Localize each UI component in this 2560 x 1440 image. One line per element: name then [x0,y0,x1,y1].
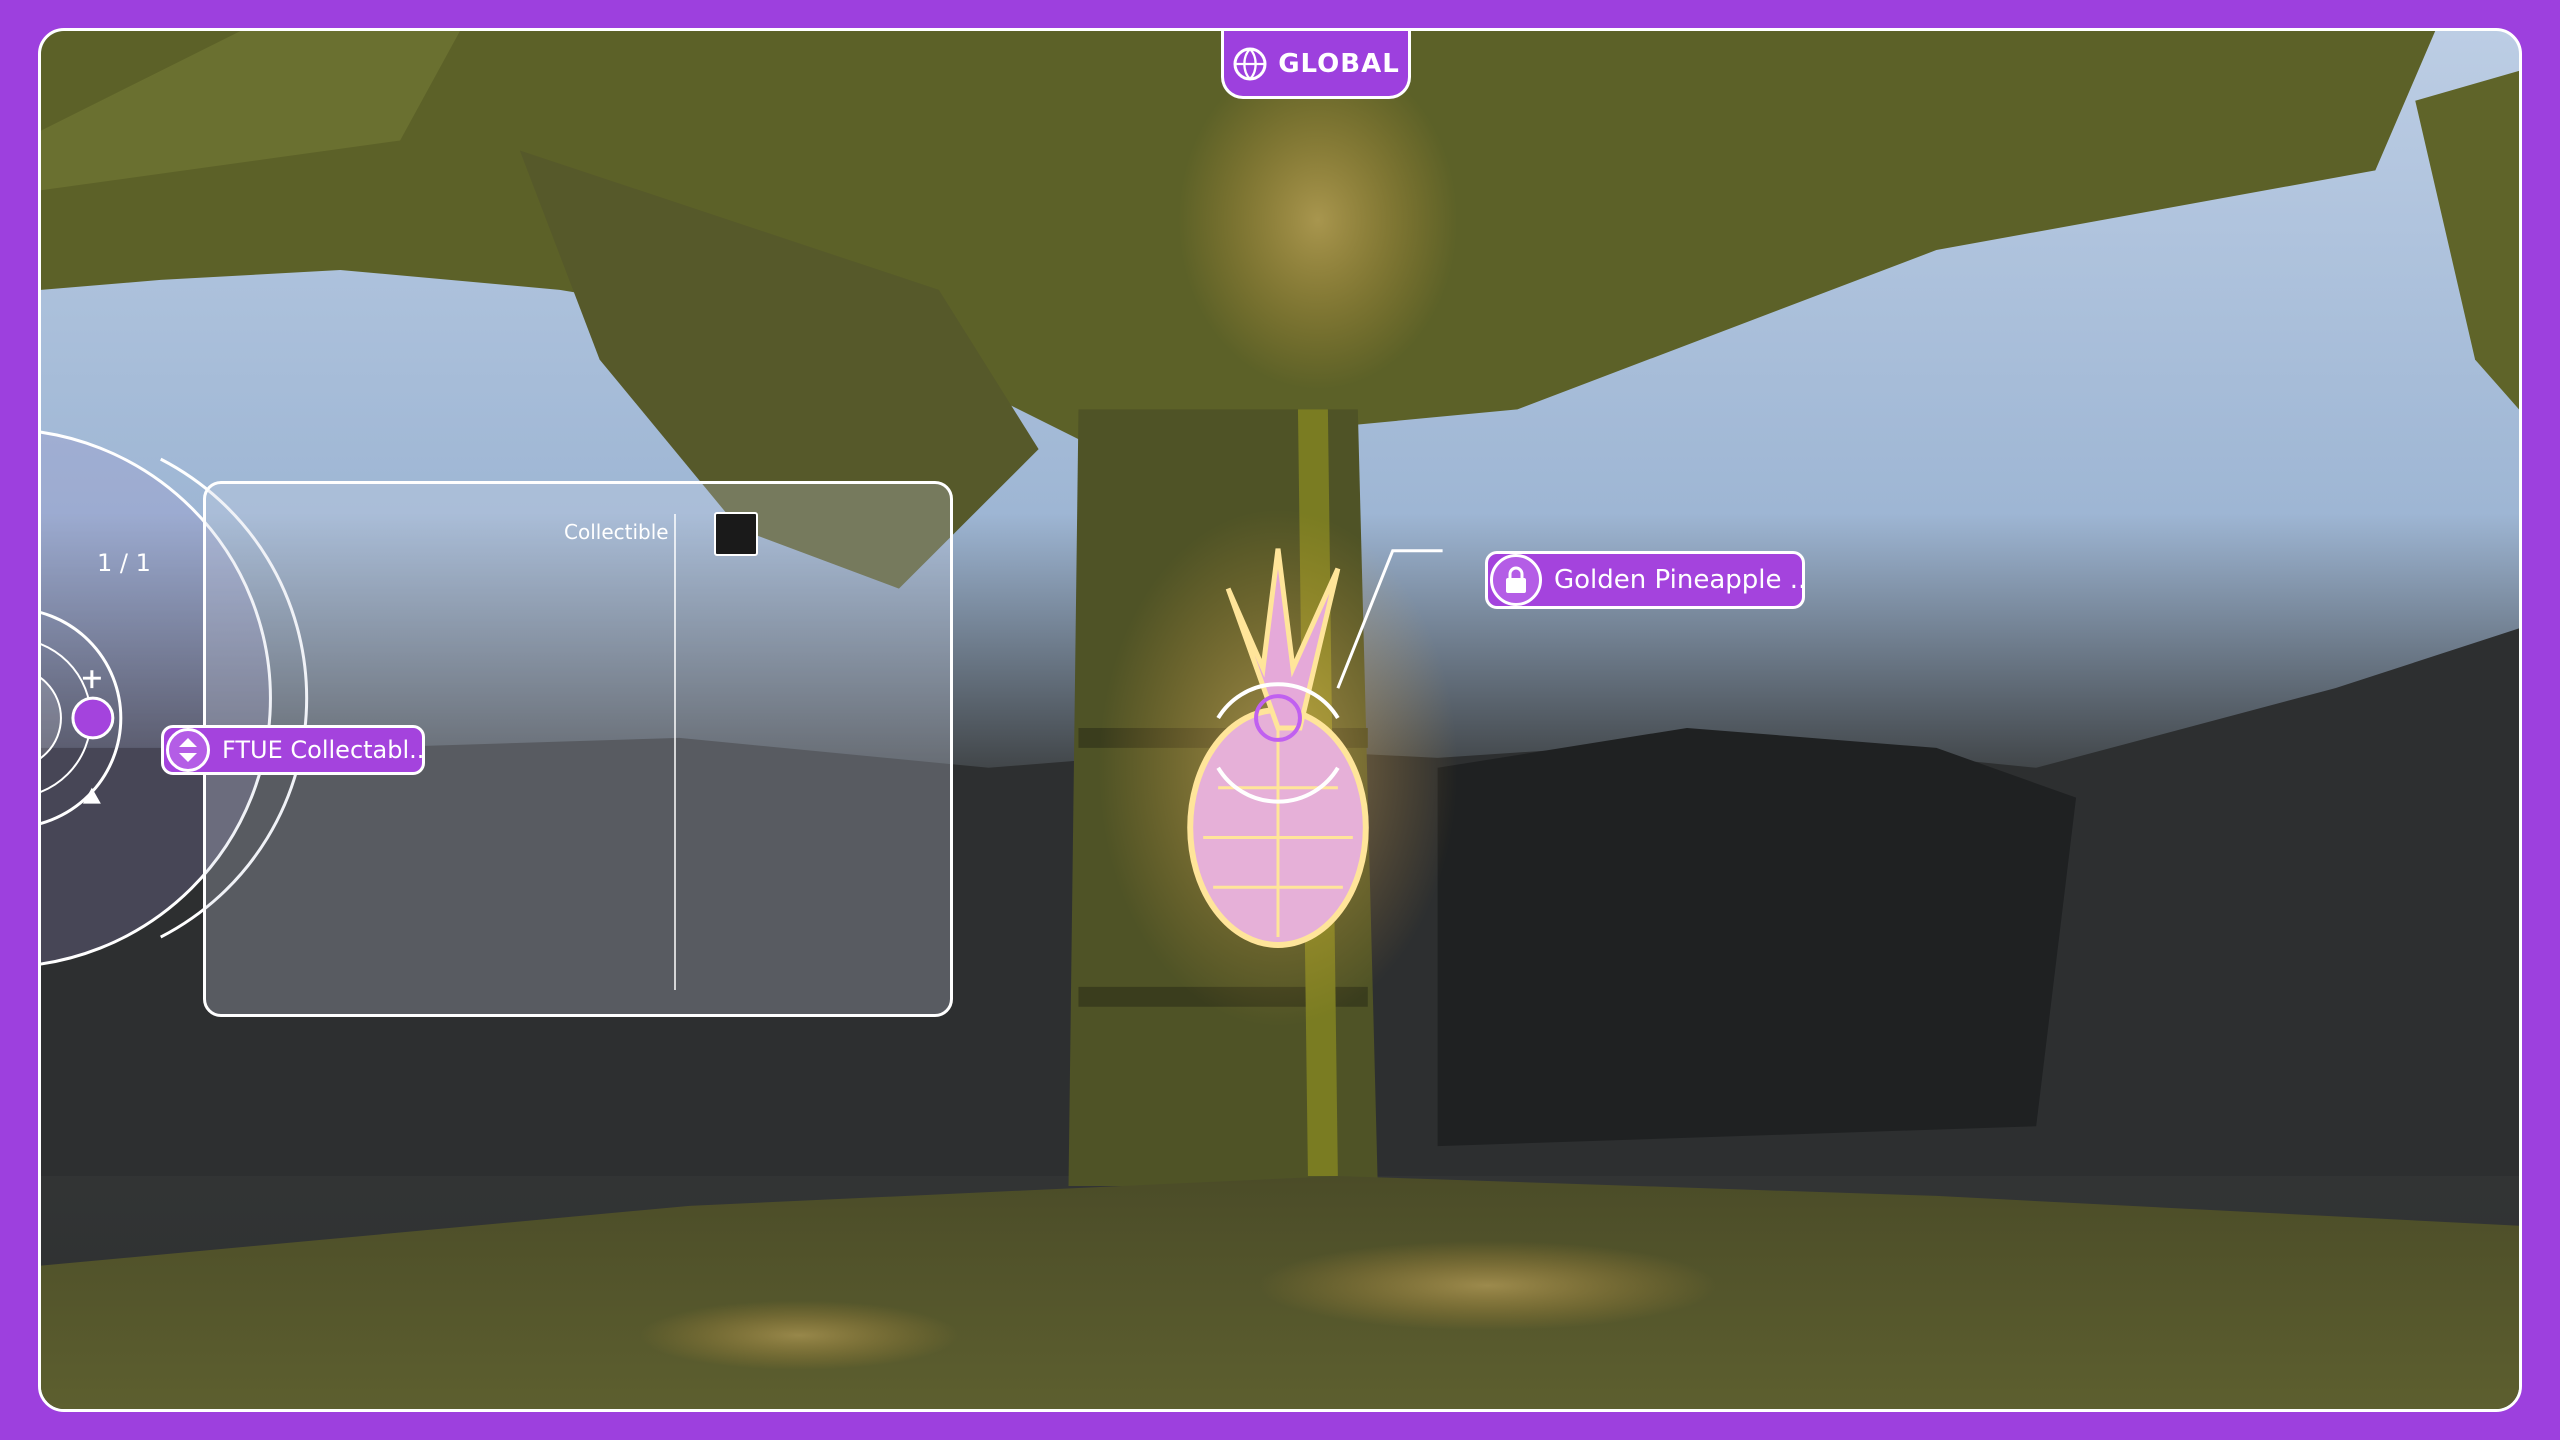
panel-divider [674,514,676,990]
page-counter: 1 / 1 [97,549,151,577]
ftue-collectable-chip[interactable]: FTUE Collectabl... [161,725,425,775]
global-tab[interactable]: GLOBAL [1221,31,1411,99]
up-down-arrows-icon[interactable] [166,728,210,772]
golden-pineapple-chip[interactable]: Golden Pineapple ... [1485,551,1805,609]
golden-pineapple-label: Golden Pineapple ... [1554,565,1805,595]
ftue-collectable-label: FTUE Collectabl... [222,736,425,764]
collectible-label: Collectible [564,520,669,544]
global-tab-label: GLOBAL [1278,48,1400,79]
viewport-frame: GLOBAL Collectible 1 / 1 FTUE Collectabl… [38,28,2522,1412]
lock-icon [1490,554,1542,606]
collectible-color-swatch[interactable] [714,512,758,556]
globe-icon [1233,47,1267,80]
